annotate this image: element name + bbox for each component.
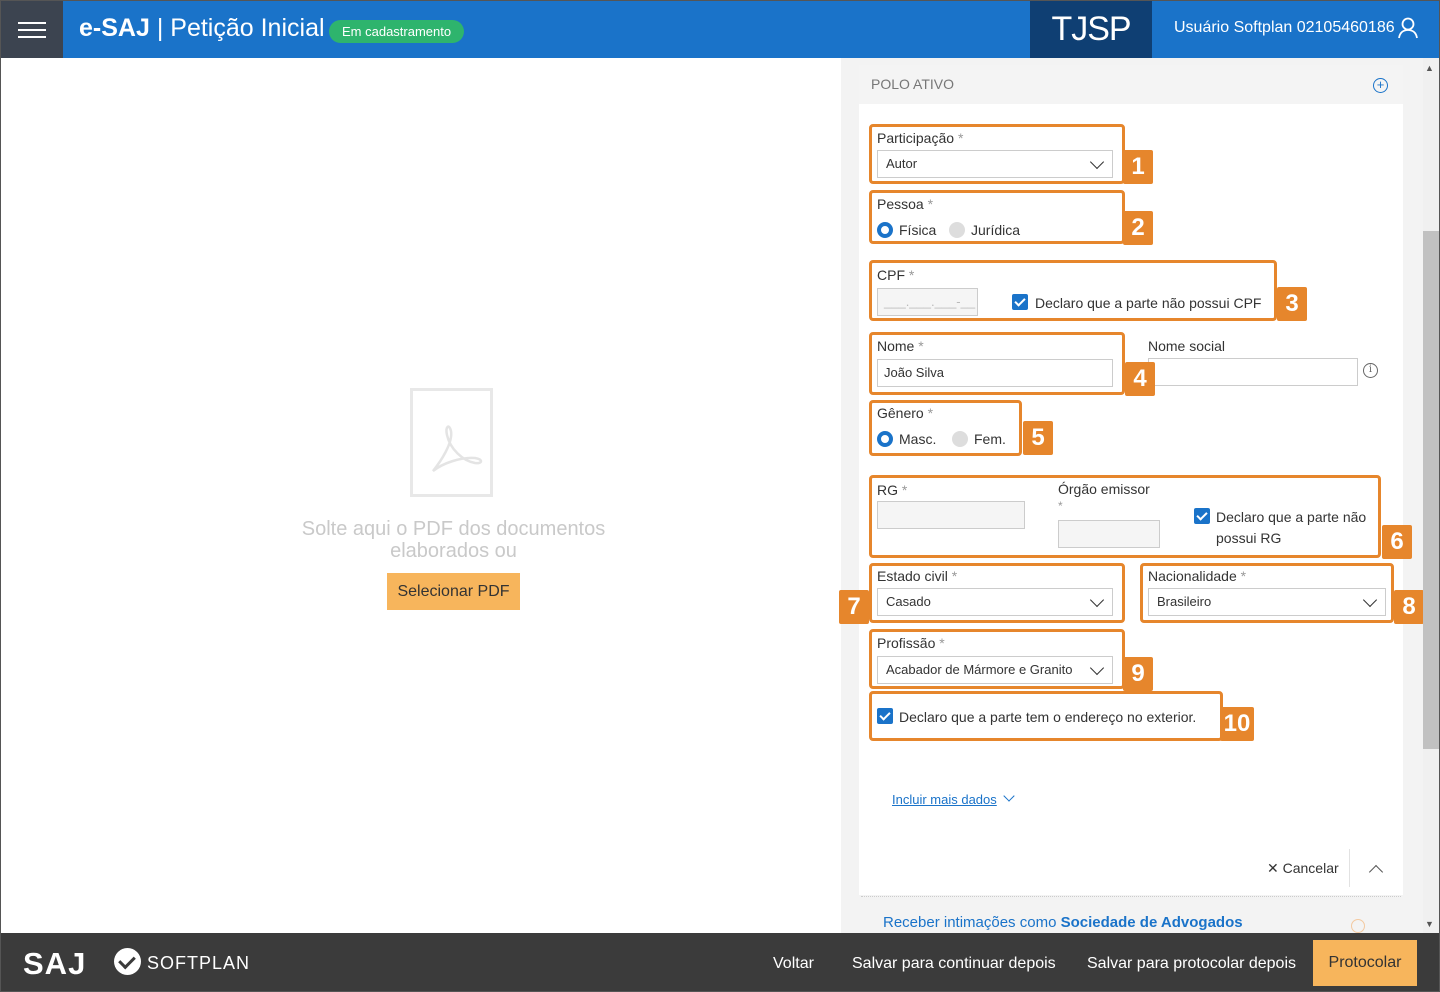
section-title: POLO ATIVO <box>871 76 954 92</box>
user-name[interactable]: Usuário Softplan 02105460186 <box>1174 19 1395 37</box>
status-badge: Em cadastramento <box>329 20 465 43</box>
softplan-logo-icon <box>114 948 141 975</box>
highlight-box-10 <box>869 691 1223 741</box>
callout-number: 9 <box>1123 657 1153 691</box>
highlight-box-1 <box>869 124 1125 184</box>
softplan-logo-text: SOFTPLAN <box>147 953 251 973</box>
include-more-data-link[interactable]: Incluir mais dados <box>892 792 997 807</box>
callout-number: 7 <box>839 590 869 624</box>
callout-number: 10 <box>1220 707 1254 741</box>
select-pdf-button[interactable]: Selecionar PDF <box>387 573 520 610</box>
saj-logo: SAJ <box>23 946 87 981</box>
highlight-box-8 <box>1140 563 1394 623</box>
highlight-box-3 <box>869 260 1277 321</box>
highlight-box-6 <box>869 475 1381 558</box>
callout-number: 4 <box>1125 362 1155 396</box>
highlight-box-4 <box>869 332 1125 395</box>
app-window: e-SAJ | Petição Inicial Em cadastramento… <box>0 0 1440 992</box>
callout-number: 5 <box>1023 421 1053 455</box>
callout-number: 6 <box>1382 525 1412 559</box>
save-protocol-button[interactable]: Salvar para protocolar depois <box>1087 955 1296 973</box>
callout-number: 8 <box>1394 590 1424 624</box>
app-name: e-SAJ <box>79 14 150 42</box>
save-continue-button[interactable]: Salvar para continuar depois <box>852 955 1056 973</box>
drop-instructions: Solte aqui o PDF dos documentos elaborad… <box>301 518 606 562</box>
hamburger-menu-icon[interactable] <box>1 1 63 58</box>
scroll-down-icon[interactable]: ▼ <box>1425 919 1434 929</box>
callout-number: 3 <box>1277 287 1307 321</box>
highlight-box-5 <box>869 400 1022 456</box>
app-title: e-SAJ | Petição Inicial <box>79 14 325 43</box>
info-icon[interactable]: i <box>1363 363 1378 378</box>
receive-intimations-link[interactable]: Receber intimações como Sociedade de Adv… <box>883 914 1243 931</box>
callout-number: 1 <box>1123 150 1153 184</box>
page-title: Petição Inicial <box>170 14 325 42</box>
cancel-button[interactable]: ✕ Cancelar <box>1267 860 1339 877</box>
scrollbar-thumb[interactable] <box>1423 231 1439 749</box>
user-icon[interactable] <box>1398 17 1418 39</box>
divider <box>861 896 1401 897</box>
close-icon: ✕ <box>1267 860 1279 876</box>
callout-number: 2 <box>1123 211 1153 245</box>
add-party-icon[interactable]: + <box>1373 78 1388 93</box>
add-icon[interactable] <box>1351 919 1365 933</box>
back-button[interactable]: Voltar <box>773 955 814 973</box>
pdf-file-icon <box>410 388 493 497</box>
nome-social-label: Nome social <box>1148 338 1226 354</box>
highlight-box-9 <box>869 629 1125 689</box>
title-separator: | <box>156 14 171 42</box>
nome-social-input[interactable] <box>1148 358 1358 386</box>
highlight-box-2 <box>869 190 1125 244</box>
court-logo: TJSP <box>1030 1 1152 58</box>
protocol-button[interactable]: Protocolar <box>1313 940 1417 986</box>
divider <box>1349 849 1350 887</box>
scroll-up-icon[interactable]: ▲ <box>1425 63 1434 73</box>
highlight-box-7 <box>869 563 1125 623</box>
